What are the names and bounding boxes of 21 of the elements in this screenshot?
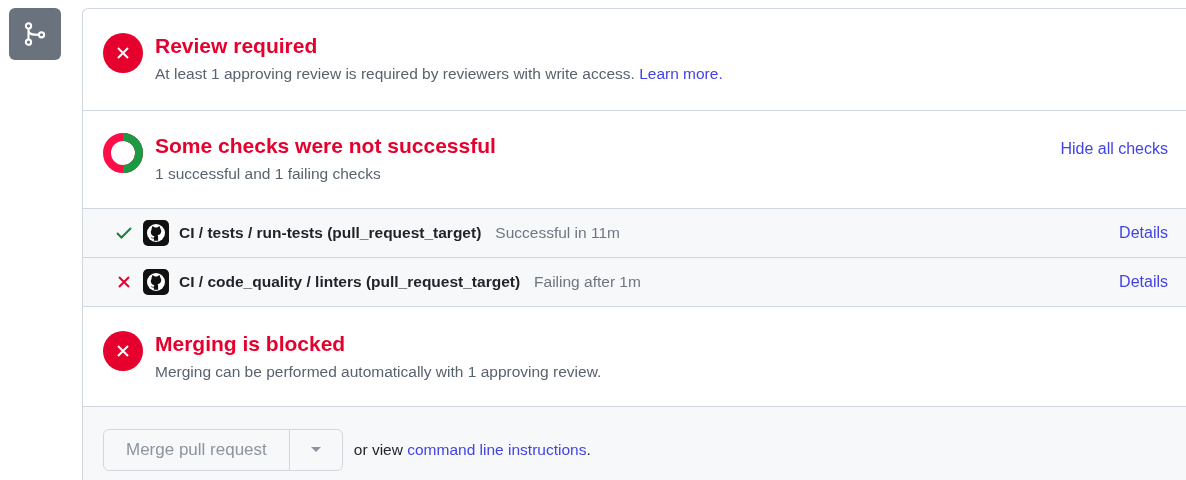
status-description: At least 1 approving review is required by reviewers with write access. Learn more. [155,64,723,84]
status-title: Review required [155,33,319,59]
check-result: Failing after 1m [534,271,641,292]
check-name: CI / code_quality / linters (pull_request_target) [179,271,521,292]
caret-icon [310,446,321,453]
merge-icon [9,8,61,60]
status-title: Some checks were not successful [155,133,497,160]
check-name: CI / tests / run-tests (pull_request_target) [179,222,482,243]
details-link[interactable]: Details [1119,220,1168,245]
github-icon [143,219,169,246]
dropdown-button[interactable] [288,429,342,470]
learn-more-link[interactable]: Learn more. [639,65,723,82]
hide-checks-link[interactable]: Hide all checks [1060,137,1168,162]
command-line-sentence: or view command line instructions. [353,440,591,461]
details-link[interactable]: Details [1119,269,1168,294]
status-description: 1 successful and 1 failing checks [155,164,382,185]
check-result: Successful in 11m [495,222,620,243]
status-description: Merging can be performed automatically with 1 approving review. [155,361,602,382]
progress-ring-icon [103,133,143,174]
github-icon [143,268,169,295]
status-title: Merging is blocked [155,330,347,357]
